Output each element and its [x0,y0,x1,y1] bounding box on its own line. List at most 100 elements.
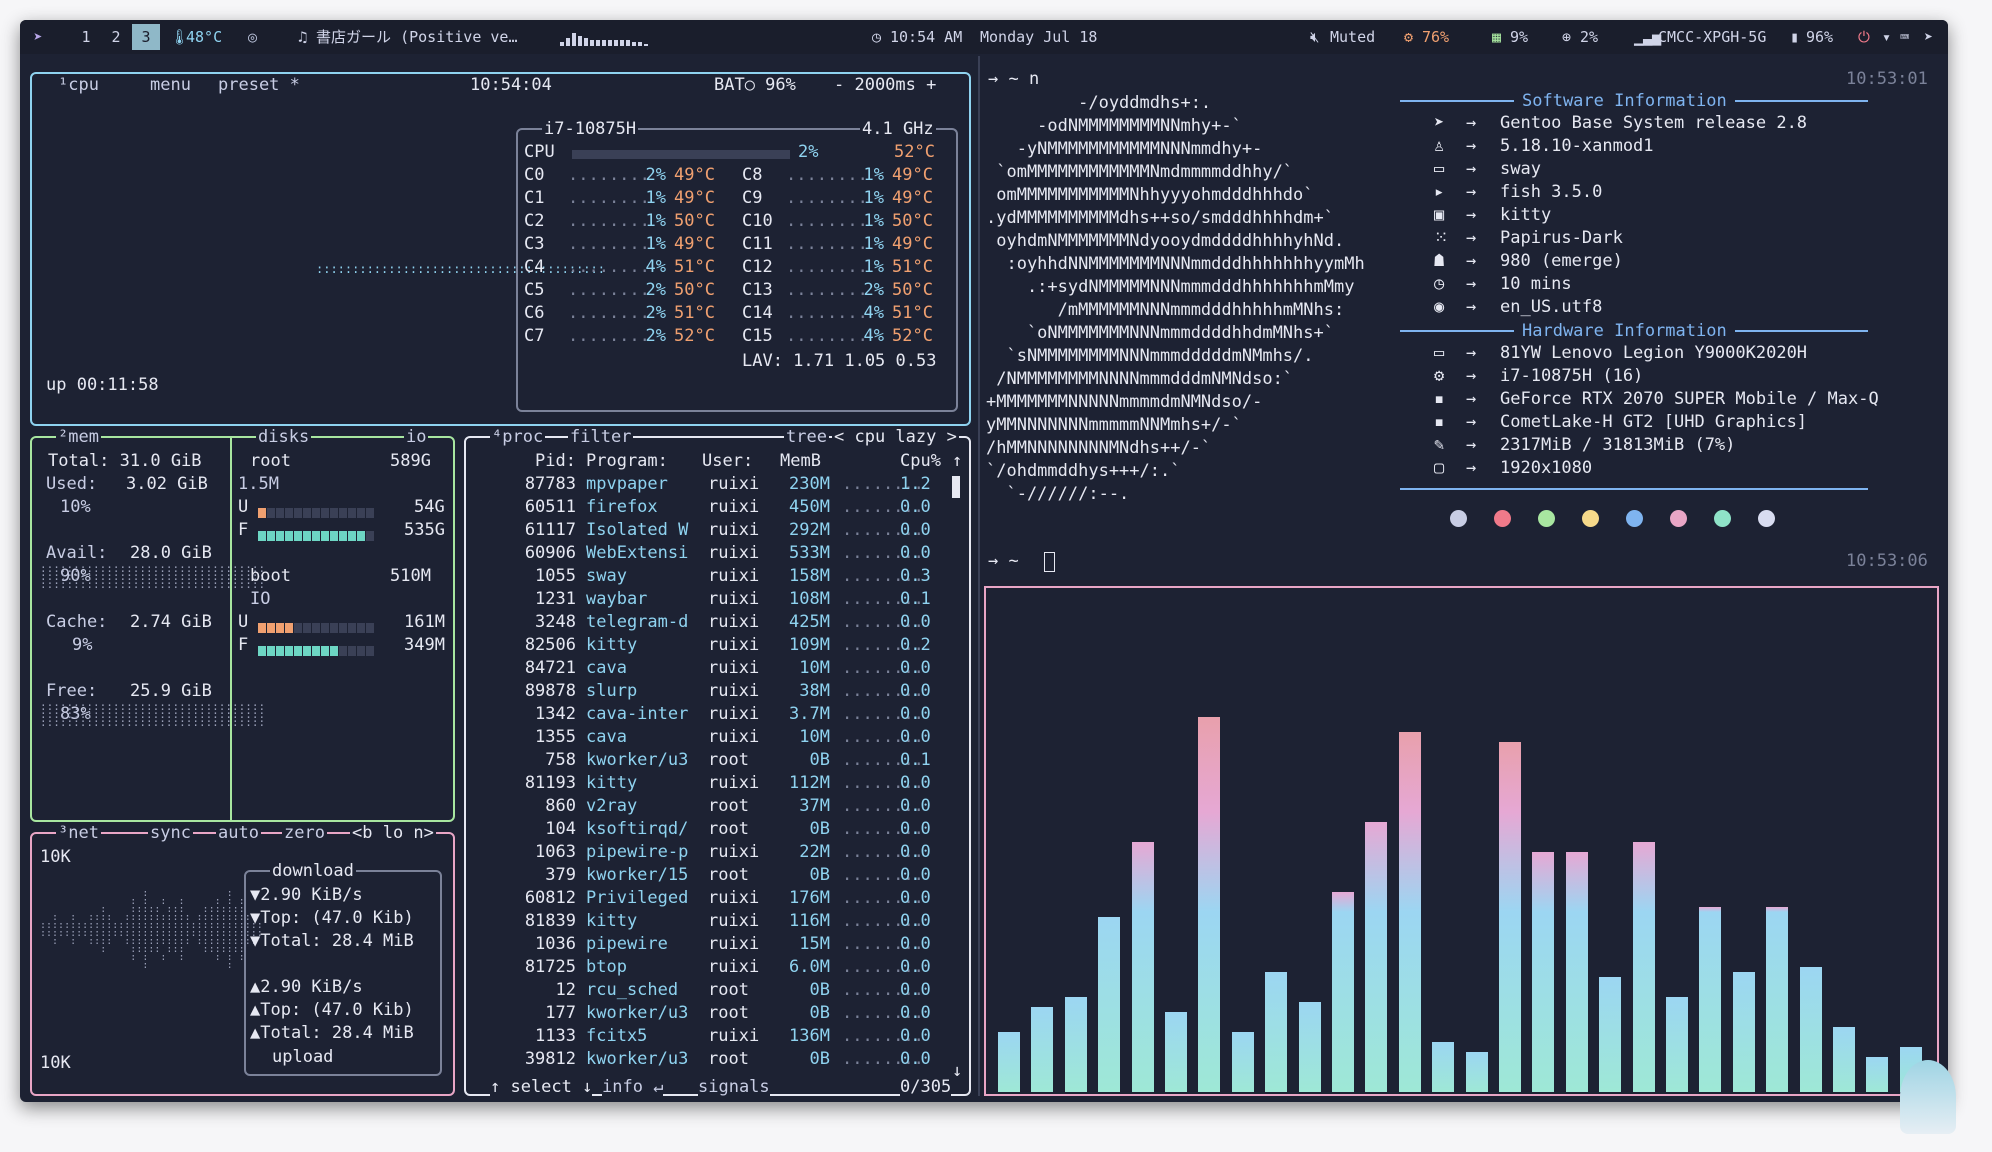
proc-program[interactable]: sway [586,565,627,588]
proc-pid[interactable]: 1133 [520,1025,576,1048]
proc-program[interactable]: WebExtensi [586,542,688,565]
net-interface-selector[interactable]: <b lo n> [350,822,436,845]
mem-tab[interactable]: ²mem [56,426,101,449]
proc-program[interactable]: kworker/u3 [586,1048,688,1071]
proc-cpu: 0.0 [900,980,931,1000]
net-tab[interactable]: ³net [56,822,101,845]
proc-pid[interactable]: 39812 [520,1048,576,1071]
update-interval[interactable]: - 2000ms + [832,74,939,97]
workspace-3[interactable]: 3 [132,24,160,50]
proc-program[interactable]: firefox [586,496,658,519]
cpu-tab[interactable]: ¹cpu [56,74,101,97]
proc-pid[interactable]: 81193 [520,772,576,795]
proc-pid[interactable]: 12 [520,979,576,1002]
media-title[interactable]: ♫ 書店ガール (Positive ve… [298,20,518,54]
proc-pid[interactable]: 1055 [520,565,576,588]
eye-icon[interactable]: ◎ [248,20,257,54]
proc-pid[interactable]: 81725 [520,956,576,979]
proc-signals-hint[interactable]: signals [698,1076,770,1099]
proc-pid[interactable]: 81839 [520,910,576,933]
proc-pid[interactable]: 379 [520,864,576,887]
tray-telegram-icon[interactable]: ➤ [1924,20,1933,54]
proc-header-user[interactable]: User: [702,450,753,473]
proc-header-mem[interactable]: MemB [780,450,821,473]
proc-mem: 0B [809,1003,830,1023]
proc-filter-button[interactable]: filter [568,426,634,449]
proc-pid[interactable]: 860 [520,795,576,818]
proc-pid[interactable]: 3248 [520,611,576,634]
proc-pid[interactable]: 758 [520,749,576,772]
proc-tree-toggle[interactable]: tree [784,426,829,449]
proc-program[interactable]: btop [586,956,627,979]
terminal-cursor[interactable] [1044,552,1055,572]
scroll-up-icon[interactable]: ↑ [952,450,962,473]
cpu-label[interactable]: 76% [1422,20,1449,54]
proc-tab[interactable]: ⁴proc [490,426,546,449]
proc-program[interactable]: pipewire-p [586,841,688,864]
proc-program[interactable]: mpvpaper [586,473,668,496]
proc-pid[interactable]: 89878 [520,680,576,703]
proc-pid[interactable]: 60906 [520,542,576,565]
proc-pid[interactable]: 1036 [520,933,576,956]
proc-pid[interactable]: 104 [520,818,576,841]
proc-pid[interactable]: 87783 [520,473,576,496]
proc-program[interactable]: ksoftirqd/ [586,818,688,841]
proc-program[interactable]: kworker/u3 [586,1002,688,1025]
proc-pid[interactable]: 82506 [520,634,576,657]
proc-program[interactable]: slurp [586,680,637,703]
proc-select-hint[interactable]: ↑ select ↓ [490,1076,593,1099]
proc-program[interactable]: fcitx5 [586,1025,647,1048]
workspace-2[interactable]: 2 [102,20,130,54]
menu-button[interactable]: menu [148,74,193,97]
proc-program[interactable]: kitty [586,910,637,933]
proc-pid[interactable]: 1231 [520,588,576,611]
clock-label[interactable]: 10:54 AM [890,20,962,54]
proc-program[interactable]: kworker/15 [586,864,688,887]
proc-scrollbar[interactable] [952,476,960,498]
proc-program[interactable]: waybar [586,588,647,611]
proc-header-pid[interactable]: Pid: [528,450,576,473]
proc-pid[interactable]: 1342 [520,703,576,726]
volume-label[interactable]: Muted [1330,20,1375,54]
proc-program[interactable]: telegram-d [586,611,688,634]
io-toggle[interactable]: io [404,426,429,449]
scroll-down-icon[interactable]: ↓ [952,1060,962,1083]
proc-program[interactable]: v2ray [586,795,637,818]
proc-pid[interactable]: 60511 [520,496,576,519]
battery-label[interactable]: 96% [1806,20,1833,54]
disks-tab[interactable]: disks [256,426,312,449]
memory-label[interactable]: 9% [1510,20,1528,54]
proc-program[interactable]: Privileged [586,887,688,910]
proc-pid[interactable]: 84721 [520,657,576,680]
proc-program[interactable]: rcu_sched [586,979,678,1002]
proc-program[interactable]: pipewire [586,933,668,956]
tray-wifi-icon[interactable]: ▾ [1882,20,1891,54]
proc-program[interactable]: kitty [586,634,637,657]
proc-pid[interactable]: 61117 [520,519,576,542]
proc-pid[interactable]: 177 [520,1002,576,1025]
proc-program[interactable]: kworker/u3 [586,749,688,772]
proc-program[interactable]: Isolated W [586,519,688,542]
proc-program[interactable]: cava [586,657,627,680]
net-zero-button[interactable]: zero [282,822,327,845]
preset-button[interactable]: preset * [216,74,302,97]
proc-program[interactable]: cava [586,726,627,749]
proc-info-hint[interactable]: info ↵ [602,1076,664,1099]
volume-muted-icon[interactable]: 🔇︎ [1310,20,1319,54]
proc-pid[interactable]: 1063 [520,841,576,864]
proc-pid[interactable]: 1355 [520,726,576,749]
proc-header-program[interactable]: Program: [586,450,668,473]
workspace-1[interactable]: 1 [72,20,100,54]
net-sync-toggle[interactable]: sync [148,822,193,845]
net-auto-toggle[interactable]: auto [216,822,261,845]
gentoo-icon[interactable]: ➤ [28,20,48,54]
proc-sort-selector[interactable]: < cpu lazy > [832,426,959,449]
tray-keyboard-icon[interactable]: ⌨ [1900,20,1909,54]
proc-program[interactable]: kitty [586,772,637,795]
proc-program[interactable]: cava-inter [586,703,688,726]
proc-pid[interactable]: 60812 [520,887,576,910]
power-icon[interactable]: ⏻ [1858,20,1870,54]
proc-header-cpu[interactable]: Cpu% [900,450,941,473]
disk-label[interactable]: 2% [1580,20,1598,54]
wifi-label[interactable]: CMCC-XPGH-5G [1658,20,1766,54]
